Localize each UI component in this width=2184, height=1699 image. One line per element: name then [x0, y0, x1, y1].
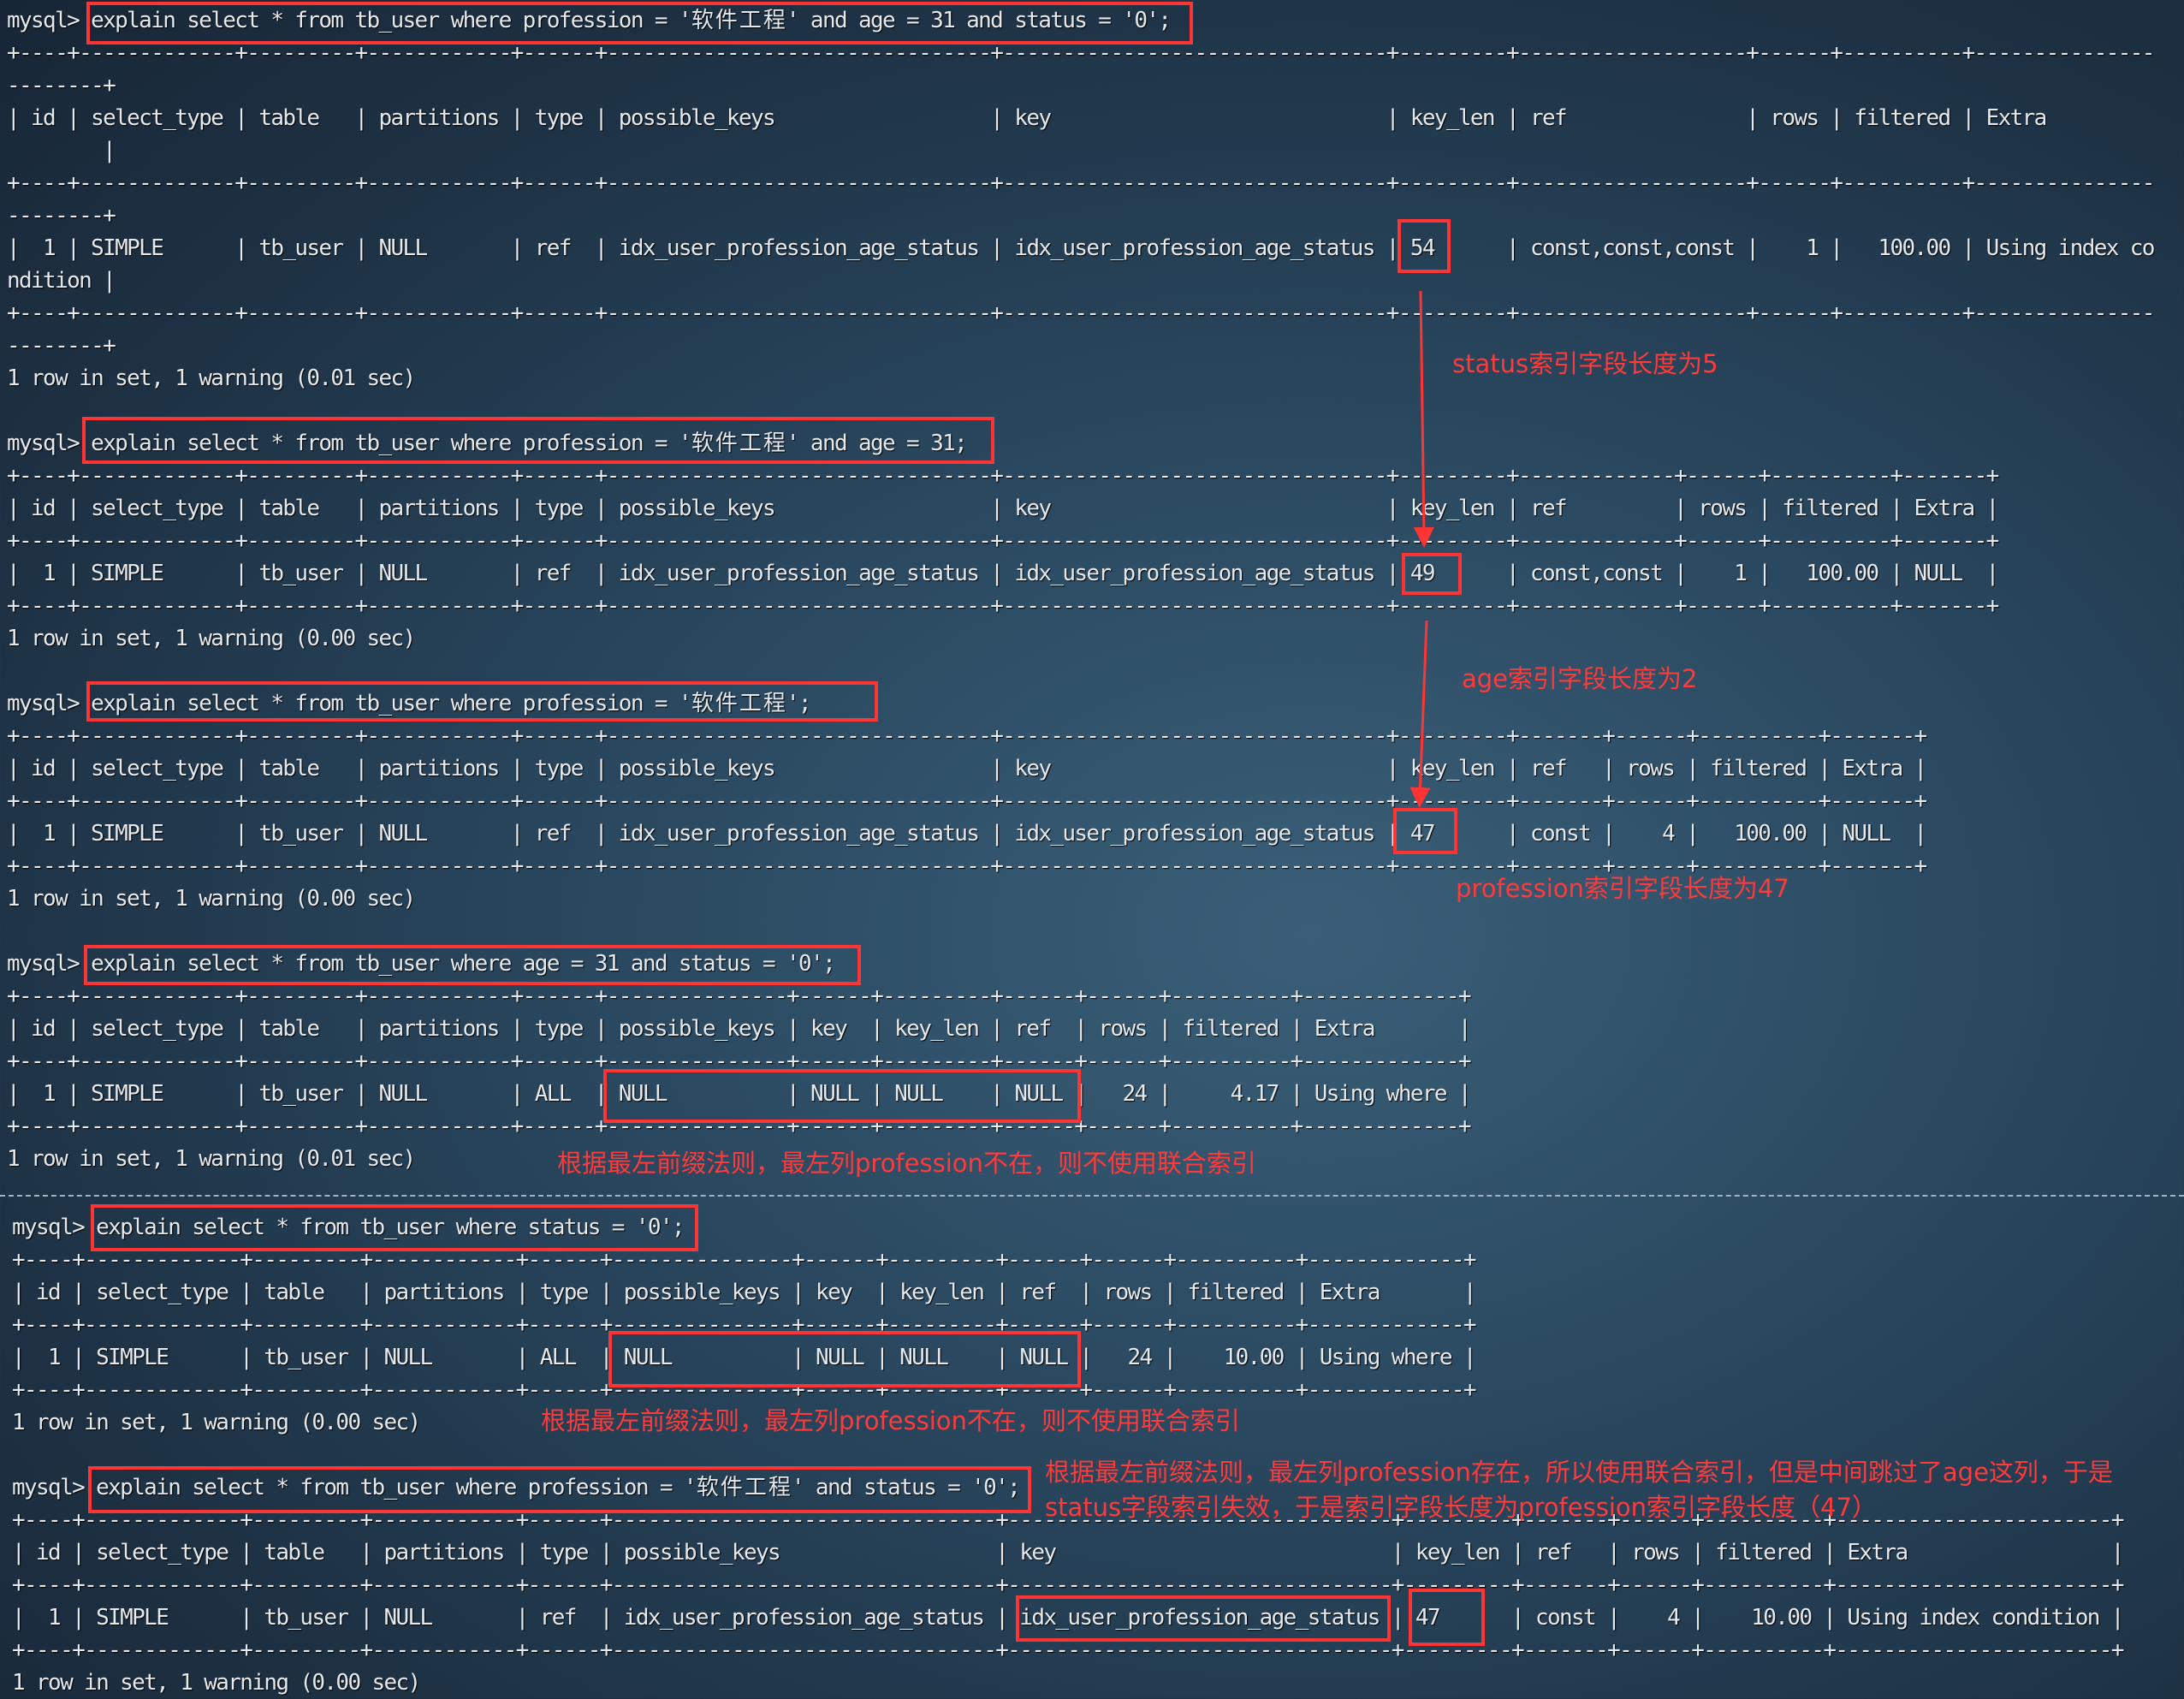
note-no-leftmost-1: 根据最左前缀法则，最左列profession不在，则不使用联合索引 [557, 1149, 1256, 1178]
table-header: | id | select_type | table | partitions … [7, 496, 1999, 521]
highlight-keylen-49 [1402, 553, 1462, 595]
table-header: | [103, 138, 116, 163]
highlight-command-1 [86, 2, 1193, 45]
highlight-command-6 [88, 1466, 1031, 1513]
table-header: | id | select_type | table | partitions … [7, 105, 2047, 131]
note-profession-length: profession索引字段长度为47 [1456, 874, 1789, 903]
highlight-command-4 [84, 945, 861, 985]
table-separator: +----+-------------+---------+----------… [7, 788, 1927, 814]
highlight-keylen-6 [1409, 1589, 1485, 1646]
terminal-output-part-1: mysql> explain select * from tb_user whe… [7, 4, 2155, 1175]
table-separator: +----+-------------+---------+----------… [7, 593, 1999, 619]
table-row: | 1 | SIMPLE | tb_user | NULL | ref | id… [7, 821, 1927, 847]
table-header: | id | select_type | table | partitions … [12, 1280, 1477, 1305]
highlight-keylen-47 [1393, 808, 1457, 854]
result-summary: 1 row in set, 1 warning (0.00 sec) [7, 626, 416, 651]
highlight-command-3 [86, 681, 878, 722]
table-separator: --------+ [7, 333, 116, 359]
highlight-key-6 [1016, 1595, 1391, 1642]
table-separator: +----+-------------+---------+----------… [7, 463, 1999, 489]
table-separator: +----+-------------+---------+----------… [7, 170, 2155, 196]
result-summary: 1 row in set, 1 warning (0.01 sec) [7, 365, 416, 391]
note-age-length: age索引字段长度为2 [1462, 664, 1698, 693]
highlight-null-keys-5 [608, 1331, 1081, 1387]
table-separator: +----+-------------+---------+----------… [7, 528, 1999, 554]
result-summary: 1 row in set, 1 warning (0.00 sec) [12, 1670, 421, 1696]
result-summary: 1 row in set, 1 warning (0.00 sec) [7, 886, 416, 912]
note-skip-age-2: status字段索引失效，于是索引字段长度为profession索引字段长度（4… [1045, 1493, 1877, 1522]
note-skip-age-1: 根据最左前缀法则，最左列profession存在，所以使用联合索引，但是中间跳过… [1045, 1458, 2113, 1487]
table-row: ndition | [7, 268, 116, 294]
table-header: | id | select_type | table | partitions … [7, 1016, 1472, 1042]
screenshot-divider [0, 1195, 2184, 1197]
note-status-length: status索引字段长度为5 [1452, 349, 1718, 378]
table-row: | 1 | SIMPLE | tb_user | NULL | ref | id… [7, 235, 2155, 261]
table-separator: --------+ [7, 203, 116, 229]
highlight-keylen-54 [1398, 219, 1451, 273]
table-separator: +----+-------------+---------+----------… [7, 300, 2155, 326]
table-separator: +----+-------------+---------+----------… [7, 853, 1927, 879]
table-separator: +----+-------------+---------+----------… [7, 723, 1927, 749]
table-separator: --------+ [7, 73, 116, 98]
table-header: | id | select_type | table | partitions … [12, 1540, 2124, 1565]
highlight-null-keys-4 [603, 1069, 1081, 1123]
table-row: | 1 | SIMPLE | tb_user | NULL | ref | id… [7, 561, 1999, 586]
highlight-command-5 [91, 1204, 698, 1251]
highlight-command-2 [82, 417, 994, 464]
table-header: | id | select_type | table | partitions … [7, 756, 1927, 781]
note-no-leftmost-2: 根据最左前缀法则，最左列profession不在，则不使用联合索引 [541, 1406, 1240, 1435]
